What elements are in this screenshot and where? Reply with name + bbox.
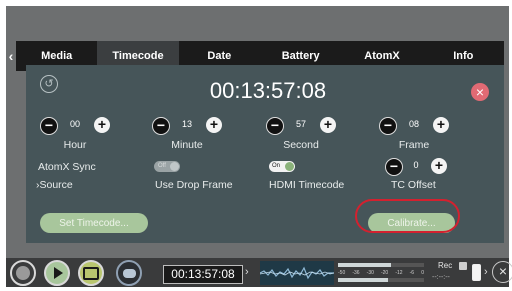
- drop-frame-toggle-state: Off: [158, 163, 166, 169]
- meter-tick: -12: [395, 270, 403, 276]
- meter-tick: -20: [380, 270, 389, 276]
- drop-frame-label: Use Drop Frame: [155, 179, 233, 191]
- minute-value: 13: [181, 119, 192, 129]
- meter-tick: -30: [366, 270, 374, 276]
- timecode-arrow-icon[interactable]: ›: [245, 266, 249, 278]
- meter-channel-2: [338, 278, 424, 282]
- battery-icon[interactable]: [472, 264, 481, 281]
- second-value: 57: [295, 119, 306, 129]
- audio-waveform: [260, 261, 334, 285]
- second-plus-button[interactable]: +: [320, 117, 336, 133]
- audio-level-meters: -50 -36 -30 -20 -12 -6 0: [338, 262, 424, 284]
- main-timecode-display: 00:13:57:08: [209, 78, 327, 103]
- minute-plus-button[interactable]: +: [206, 117, 222, 133]
- waveform-graphic: [260, 266, 334, 280]
- close-icon: ×: [475, 84, 485, 100]
- tc-offset-plus-button[interactable]: +: [431, 158, 447, 174]
- play-icon: [54, 267, 63, 279]
- play-button[interactable]: [44, 260, 70, 286]
- frame-minus-button[interactable]: −: [379, 117, 397, 135]
- record-button[interactable]: [10, 260, 36, 286]
- second-stepper: − 57 +: [266, 117, 336, 135]
- toggle-knob: [170, 162, 179, 171]
- hour-label: Hour: [63, 139, 87, 151]
- hour-plus-button[interactable]: +: [94, 117, 110, 133]
- tab-prev-arrow-icon[interactable]: ‹: [6, 48, 16, 64]
- hdmi-timecode-toggle[interactable]: On: [269, 161, 295, 172]
- tc-offset-minus-button[interactable]: −: [385, 158, 403, 176]
- tc-offset-value: 0: [413, 160, 419, 170]
- meter-tick: 0: [421, 270, 424, 276]
- meter-tick: -50: [338, 270, 346, 276]
- media-icon: [459, 262, 467, 270]
- bottom-close-button[interactable]: ×: [492, 261, 512, 283]
- tc-offset-stepper: − 0 +: [385, 158, 447, 176]
- toggle-knob: [285, 162, 294, 171]
- meter-channel-1: [338, 263, 424, 267]
- second-minus-button[interactable]: −: [266, 117, 284, 135]
- device-screen: ‹ › Media Timecode Date Battery AtomX In…: [6, 6, 509, 287]
- drop-frame-toggle[interactable]: Off: [154, 161, 180, 172]
- source-link[interactable]: ›Source: [36, 179, 73, 191]
- hdmi-timecode-toggle-state: On: [272, 163, 281, 169]
- cloud-button[interactable]: [116, 260, 142, 286]
- rec-time-remaining: --:--:--: [432, 274, 450, 281]
- meter-tick: -36: [352, 270, 360, 276]
- rec-label: Rec: [438, 261, 453, 270]
- record-icon: [16, 266, 30, 280]
- frame-plus-button[interactable]: +: [433, 117, 449, 133]
- tc-offset-label: TC Offset: [391, 179, 436, 191]
- meter-tick: -6: [409, 270, 415, 276]
- atomx-sync-label: AtomX Sync: [38, 161, 96, 173]
- hdmi-timecode-label: HDMI Timecode: [269, 179, 345, 191]
- monitor-icon: [83, 266, 99, 280]
- frame-stepper: − 08 +: [379, 117, 449, 135]
- cloud-icon: [122, 268, 136, 278]
- minute-label: Minute: [171, 139, 203, 151]
- calibrate-highlight-ring: [355, 199, 460, 233]
- close-button[interactable]: ×: [471, 83, 489, 101]
- hour-minus-button[interactable]: −: [40, 117, 58, 135]
- second-label: Second: [283, 139, 319, 151]
- set-timecode-button[interactable]: Set Timecode...: [40, 213, 148, 233]
- monitor-button[interactable]: [78, 260, 104, 286]
- hour-stepper: − 00 +: [40, 117, 110, 135]
- status-arrow-icon[interactable]: ›: [484, 266, 488, 278]
- hour-value: 00: [69, 119, 80, 129]
- frame-value: 08: [408, 119, 419, 129]
- reset-icon[interactable]: ↺: [40, 75, 58, 93]
- bottom-control-bar: 00:13:57:08 › -50 -36 -30 -20 -12 -6 0 R…: [6, 258, 512, 287]
- frame-label: Frame: [398, 139, 430, 151]
- minute-stepper: − 13 +: [152, 117, 222, 135]
- meter-scale: -50 -36 -30 -20 -12 -6 0: [338, 270, 424, 276]
- minute-minus-button[interactable]: −: [152, 117, 170, 135]
- bottom-timecode-display[interactable]: 00:13:57:08: [163, 265, 243, 284]
